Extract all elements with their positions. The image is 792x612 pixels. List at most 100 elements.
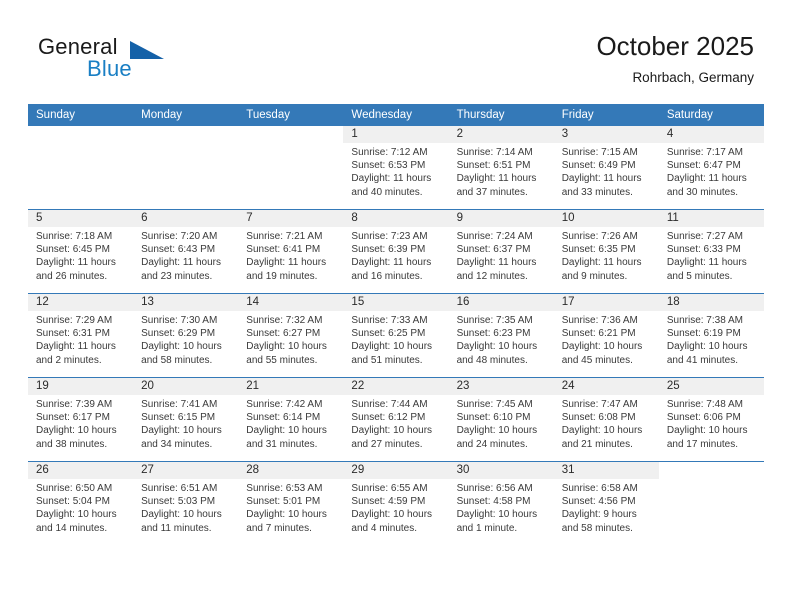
day-number: [28, 126, 134, 143]
daylight-text-line1: Daylight: 11 hours: [351, 257, 432, 269]
daylight-text-line2: and 37 minutes.: [456, 186, 528, 198]
general-blue-logo[interactable]: General Blue: [38, 34, 218, 90]
day-number: 25: [658, 378, 764, 395]
day-cell[interactable]: 6 Sunrise: 7:20 AM Sunset: 6:43 PM Daylight…: [133, 209, 239, 294]
day-cell-inner: 19 Sunrise: 7:39 AM Sunset: 6:17 PM Dayligh…: [28, 378, 134, 461]
day-cell[interactable]: 4 Sunrise: 7:17 AM Sunset: 6:47 PM Daylight…: [658, 126, 764, 210]
day-number: [133, 126, 239, 143]
day-cell[interactable]: 23 Sunrise: 7:45 AM Sunset: 6:10 PM Dayligh…: [448, 377, 554, 462]
day-cell-details: Sunrise: 7:24 AM Sunset: 6:37 PM Daylight:…: [449, 227, 554, 283]
day-cell-inner: 17 Sunrise: 7:36 AM Sunset: 6:21 PM Dayligh…: [553, 294, 659, 377]
sunset-text: Sunset: 6:39 PM: [351, 244, 426, 256]
day-number: 27: [133, 462, 239, 479]
day-cell[interactable]: 9 Sunrise: 7:24 AM Sunset: 6:37 PM Daylight…: [448, 209, 554, 294]
day-cell-details: Sunrise: 7:48 AM Sunset: 6:06 PM Daylight:…: [659, 395, 764, 451]
day-cell-details: Sunrise: 7:17 AM Sunset: 6:47 PM Daylight:…: [659, 143, 764, 199]
day-number: 7: [238, 210, 344, 227]
daylight-text-line1: Daylight: 11 hours: [561, 173, 642, 185]
sunrise-text: Sunrise: 6:51 AM: [141, 483, 218, 494]
day-cell-details: Sunrise: 7:20 AM Sunset: 6:43 PM Daylight:…: [133, 227, 238, 283]
day-cell[interactable]: 19 Sunrise: 7:39 AM Sunset: 6:17 PM Dayligh…: [28, 377, 134, 462]
sunset-text: Sunset: 6:23 PM: [456, 328, 531, 340]
day-cell[interactable]: 14 Sunrise: 7:32 AM Sunset: 6:27 PM Dayligh…: [238, 293, 344, 378]
day-cell[interactable]: 30 Sunrise: 6:56 AM Sunset: 4:58 PM Dayligh…: [448, 461, 554, 545]
page-title: October 2025: [596, 31, 754, 61]
day-cell-inner: 5 Sunrise: 7:18 AM Sunset: 6:45 PM Daylight…: [28, 210, 134, 293]
day-cell[interactable]: 16 Sunrise: 7:35 AM Sunset: 6:23 PM Dayligh…: [448, 293, 554, 378]
day-number: 6: [133, 210, 239, 227]
sunrise-text: Sunrise: 7:24 AM: [456, 231, 533, 242]
day-cell[interactable]: 3 Sunrise: 7:15 AM Sunset: 6:49 PM Daylight…: [553, 126, 659, 210]
day-cell-inner: 8 Sunrise: 7:23 AM Sunset: 6:39 PM Daylight…: [343, 210, 449, 293]
day-number: 3: [553, 126, 659, 143]
sunrise-text: Sunrise: 7:41 AM: [141, 399, 218, 410]
day-cell-inner: 14 Sunrise: 7:32 AM Sunset: 6:27 PM Dayligh…: [238, 294, 344, 377]
daylight-text-line2: and 16 minutes.: [351, 270, 423, 282]
sunset-text: Sunset: 6:15 PM: [141, 412, 216, 424]
day-number: 14: [238, 294, 344, 311]
day-number: 22: [343, 378, 449, 395]
day-cell[interactable]: 11 Sunrise: 7:27 AM Sunset: 6:33 PM Dayligh…: [658, 209, 764, 294]
day-cell-details: Sunrise: 7:47 AM Sunset: 6:08 PM Daylight:…: [554, 395, 659, 451]
day-number: 12: [28, 294, 134, 311]
day-cell-details: Sunrise: 6:58 AM Sunset: 4:56 PM Daylight:…: [554, 479, 659, 535]
day-cell[interactable]: 21 Sunrise: 7:42 AM Sunset: 6:14 PM Dayligh…: [238, 377, 344, 462]
logo-text-blue: Blue: [87, 56, 132, 81]
daylight-text-line1: Daylight: 10 hours: [351, 509, 433, 521]
day-cell-inner: 20 Sunrise: 7:41 AM Sunset: 6:15 PM Dayligh…: [133, 378, 239, 461]
day-cell[interactable]: 22 Sunrise: 7:44 AM Sunset: 6:12 PM Dayligh…: [343, 377, 449, 462]
day-cell[interactable]: 17 Sunrise: 7:36 AM Sunset: 6:21 PM Dayligh…: [553, 293, 659, 378]
day-cell[interactable]: 25 Sunrise: 7:48 AM Sunset: 6:06 PM Dayligh…: [658, 377, 764, 462]
day-cell[interactable]: 26 Sunrise: 6:50 AM Sunset: 5:04 PM Dayligh…: [28, 461, 134, 545]
sunrise-text: Sunrise: 7:44 AM: [351, 399, 428, 410]
daylight-text-line1: Daylight: 10 hours: [561, 425, 643, 437]
day-cell-inner: 28 Sunrise: 6:53 AM Sunset: 5:01 PM Dayligh…: [238, 462, 344, 545]
day-cell[interactable]: 28 Sunrise: 6:53 AM Sunset: 5:01 PM Dayligh…: [238, 461, 344, 545]
day-cell[interactable]: 1 Sunrise: 7:12 AM Sunset: 6:53 PM Daylight…: [343, 126, 449, 210]
day-cell[interactable]: 12 Sunrise: 7:29 AM Sunset: 6:31 PM Dayligh…: [28, 293, 134, 378]
day-cell-inner: 26 Sunrise: 6:50 AM Sunset: 5:04 PM Dayligh…: [28, 462, 134, 545]
sunrise-text: Sunrise: 7:38 AM: [666, 315, 743, 326]
day-cell[interactable]: 10 Sunrise: 7:26 AM Sunset: 6:35 PM Dayligh…: [553, 209, 659, 294]
sunset-text: Sunset: 6:17 PM: [36, 412, 110, 424]
daylight-text-line1: Daylight: 11 hours: [561, 257, 642, 269]
day-cell[interactable]: 2 Sunrise: 7:14 AM Sunset: 6:51 PM Daylight…: [448, 126, 554, 210]
sunset-text: Sunset: 6:49 PM: [561, 160, 636, 172]
day-cell[interactable]: 8 Sunrise: 7:23 AM Sunset: 6:39 PM Daylight…: [343, 209, 449, 294]
day-cell[interactable]: 7 Sunrise: 7:21 AM Sunset: 6:41 PM Daylight…: [238, 209, 344, 294]
day-cell-details: Sunrise: 7:14 AM Sunset: 6:51 PM Daylight:…: [449, 143, 554, 199]
daylight-text-line2: and 38 minutes.: [36, 438, 108, 450]
calendar-body: 1 Sunrise: 7:12 AM Sunset: 6:53 PM Daylight…: [28, 126, 764, 545]
day-cell-inner: 15 Sunrise: 7:33 AM Sunset: 6:25 PM Dayligh…: [343, 294, 449, 377]
sunrise-text: Sunrise: 7:32 AM: [246, 315, 323, 326]
day-cell-inner: 30 Sunrise: 6:56 AM Sunset: 4:58 PM Dayligh…: [448, 462, 554, 545]
day-cell[interactable]: 24 Sunrise: 7:47 AM Sunset: 6:08 PM Dayligh…: [553, 377, 659, 462]
day-cell[interactable]: 27 Sunrise: 6:51 AM Sunset: 5:03 PM Dayligh…: [133, 461, 239, 545]
day-cell-details: Sunrise: 7:44 AM Sunset: 6:12 PM Daylight:…: [343, 395, 448, 451]
day-cell-inner: [28, 126, 134, 209]
daylight-text-line1: Daylight: 10 hours: [666, 425, 748, 437]
day-cell[interactable]: 20 Sunrise: 7:41 AM Sunset: 6:15 PM Dayligh…: [133, 377, 239, 462]
daylight-text-line2: and 24 minutes.: [456, 438, 528, 450]
day-number: 4: [658, 126, 764, 143]
sunset-text: Sunset: 6:33 PM: [666, 244, 741, 256]
day-number: 10: [553, 210, 659, 227]
day-cell-inner: 27 Sunrise: 6:51 AM Sunset: 5:03 PM Dayligh…: [133, 462, 239, 545]
day-cell-inner: 9 Sunrise: 7:24 AM Sunset: 6:37 PM Daylight…: [448, 210, 554, 293]
daylight-text-line2: and 14 minutes.: [36, 522, 108, 534]
day-cell[interactable]: 5 Sunrise: 7:18 AM Sunset: 6:45 PM Daylight…: [28, 209, 134, 294]
day-cell[interactable]: 15 Sunrise: 7:33 AM Sunset: 6:25 PM Dayligh…: [343, 293, 449, 378]
day-cell[interactable]: 31 Sunrise: 6:58 AM Sunset: 4:56 PM Dayligh…: [553, 461, 659, 545]
sunset-text: Sunset: 6:25 PM: [351, 328, 426, 340]
day-cell[interactable]: 13 Sunrise: 7:30 AM Sunset: 6:29 PM Dayligh…: [133, 293, 239, 378]
day-cell-details: Sunrise: 7:27 AM Sunset: 6:33 PM Daylight:…: [659, 227, 764, 283]
day-cell-details: Sunrise: 6:50 AM Sunset: 5:04 PM Daylight:…: [28, 479, 133, 535]
day-cell-inner: 16 Sunrise: 7:35 AM Sunset: 6:23 PM Dayligh…: [448, 294, 554, 377]
day-cell[interactable]: 18 Sunrise: 7:38 AM Sunset: 6:19 PM Dayligh…: [658, 293, 764, 378]
day-cell[interactable]: 29 Sunrise: 6:55 AM Sunset: 4:59 PM Dayligh…: [343, 461, 449, 545]
daylight-text-line1: Daylight: 10 hours: [456, 341, 538, 353]
calendar-grid: Sunday Monday Tuesday Wednesday Thursday…: [28, 104, 764, 545]
day-cell-details: Sunrise: 6:51 AM Sunset: 5:03 PM Daylight:…: [133, 479, 238, 535]
sunrise-text: Sunrise: 7:48 AM: [666, 399, 743, 410]
sunrise-text: Sunrise: 7:26 AM: [561, 231, 638, 242]
